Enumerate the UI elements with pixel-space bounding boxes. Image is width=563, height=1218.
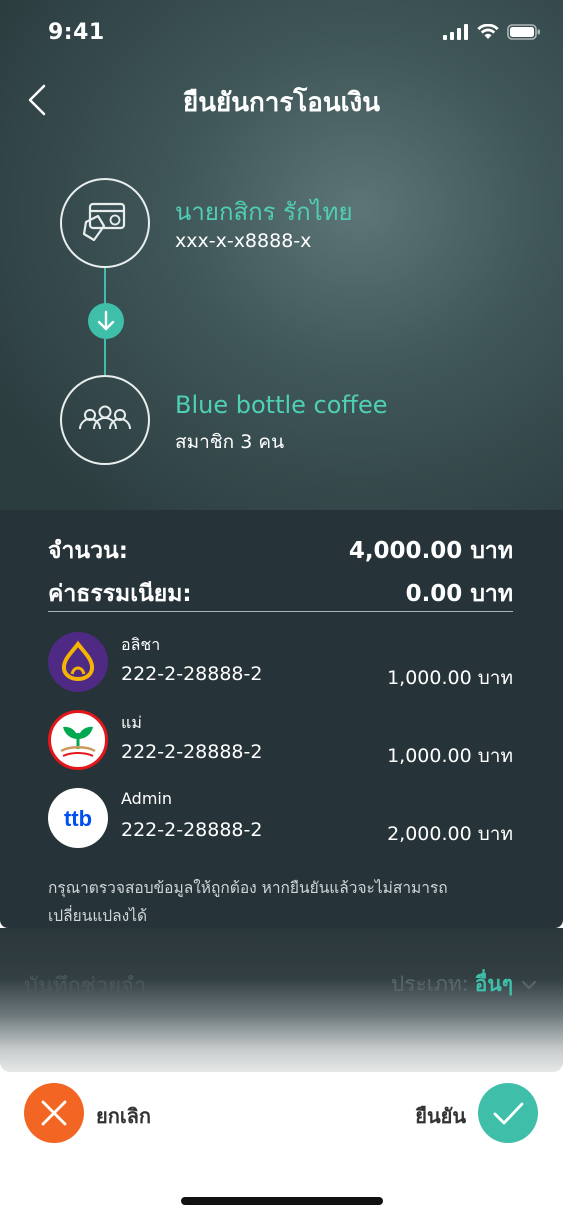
battery-icon <box>507 24 540 40</box>
member-name: แม่ <box>121 713 142 732</box>
kbank-icon <box>48 710 108 770</box>
status-bar: 9:41 <box>0 0 563 70</box>
member-account: 222-2-28888-2 <box>121 819 263 841</box>
nav-bar: ยืนยันการโอนเงิน <box>0 74 563 124</box>
confirm-button[interactable] <box>478 1083 538 1143</box>
chevron-down-icon <box>522 980 536 989</box>
transfer-confirmation-screen: 9:41 ยืนยันการโอนเงิน นายกสิกร รักไทย xx… <box>0 0 563 1218</box>
notice-text: กรุณาตรวจสอบข้อมูลให้ถูกต้อง หากยืนยันแล… <box>48 879 448 925</box>
member-amount: 2,000.00 บาท <box>387 823 513 845</box>
ttb-logo-text: ttb <box>64 806 92 831</box>
recipient-members: สมาชิก 3 คน <box>175 431 285 453</box>
memo-input[interactable]: บันทึกช่วยจำ <box>24 968 146 1003</box>
cancel-button[interactable] <box>24 1083 84 1143</box>
amount-row: จำนวน: 4,000.00 บาท <box>48 533 513 569</box>
close-icon <box>41 1100 67 1126</box>
sender-avatar <box>60 178 150 268</box>
cancel-label[interactable]: ยกเลิก <box>96 1100 151 1132</box>
member-row: แม่ 222-2-28888-2 1,000.00 บาท <box>48 710 513 772</box>
type-value: อื่นๆ <box>474 972 513 996</box>
group-icon <box>79 405 131 430</box>
sender-account: xxx-x-x8888-x <box>175 230 312 252</box>
fee-value: 0.00 บาท <box>405 581 513 607</box>
member-account: 222-2-28888-2 <box>121 741 263 763</box>
fee-label: ค่าธรรมเนียม: <box>48 581 192 607</box>
recipient-name: Blue bottle coffee <box>175 391 388 419</box>
arrow-down-icon <box>88 303 124 339</box>
check-icon <box>493 1102 524 1125</box>
member-amount: 1,000.00 บาท <box>387 667 513 689</box>
memo-area: บันทึกช่วยจำ ประเภท: อื่นๆ <box>0 928 563 1072</box>
status-icons <box>443 24 541 40</box>
ttb-icon: ttb <box>48 788 108 848</box>
member-amount: 1,000.00 บาท <box>387 745 513 767</box>
type-label: ประเภท: <box>390 972 469 996</box>
member-account: 222-2-28888-2 <box>121 663 263 685</box>
divider <box>48 611 513 612</box>
type-selector[interactable]: ประเภท: อื่นๆ <box>391 968 539 1001</box>
flow-line-top <box>104 268 106 304</box>
confirm-label[interactable]: ยืนยัน <box>415 1100 466 1132</box>
wifi-icon <box>477 24 499 39</box>
member-name: Admin <box>121 789 172 808</box>
page-title: ยืนยันการโอนเงิน <box>182 88 381 118</box>
bank-card-icon <box>82 202 126 242</box>
sender-name: นายกสิกร รักไทย <box>175 198 353 226</box>
status-time: 9:41 <box>48 20 105 45</box>
flow-line-bottom <box>104 339 106 375</box>
fee-row: ค่าธรรมเนียม: 0.00 บาท <box>48 576 513 612</box>
member-row: อลิชา 222-2-28888-2 1,000.00 บาท <box>48 632 513 694</box>
amount-value: 4,000.00 บาท <box>348 538 513 564</box>
home-indicator <box>181 1197 383 1205</box>
scb-bank-icon <box>48 632 108 692</box>
amount-label: จำนวน: <box>48 538 128 564</box>
group-avatar <box>60 375 150 465</box>
signal-icon <box>443 24 468 40</box>
member-row: ttb Admin 222-2-28888-2 2,000.00 บาท <box>48 788 513 850</box>
member-name: อลิชา <box>121 635 161 654</box>
